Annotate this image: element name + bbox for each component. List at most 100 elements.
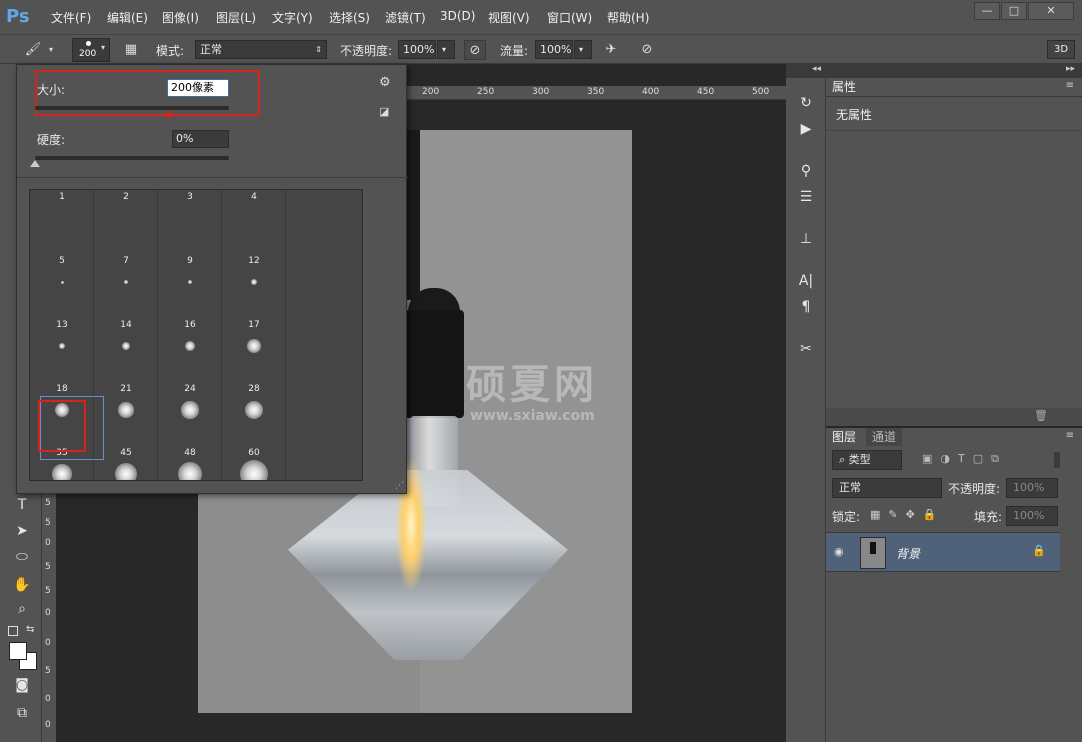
gear-icon[interactable]: ⚙ [379,75,391,90]
tab-channels[interactable]: 通道 [866,428,903,446]
zoom-tool-icon[interactable]: ⌕ [10,598,34,620]
ruler-label: 0 [45,638,51,648]
preset-scrollbar[interactable]: ▲ ▼ [362,314,363,481]
properties-panel: 属性 ≡ 无属性 🗑 [826,78,1082,426]
ellipse-tool-icon[interactable]: ⬭ [10,546,34,568]
history-icon[interactable]: ↻ [794,92,818,114]
tab-layers[interactable]: 图层 [826,428,862,446]
filter-kind-value: 类型 [848,453,871,466]
swap-colors-icon[interactable]: ⇆ [26,624,34,635]
path-select-tool-icon[interactable]: ➤ [10,520,34,542]
brush-preset-3[interactable]: 3 [158,190,222,285]
paragraph-icon[interactable]: ¶ [794,296,818,318]
menu-type[interactable]: 文字(Y) [272,9,313,26]
mode-label: 模式: [156,44,185,58]
brush-preset-24[interactable]: 24 [158,378,222,480]
trash-icon[interactable]: 🗑 [1034,409,1048,422]
hardness-label: 硬度: [37,133,66,147]
opacity-dropdown-icon[interactable]: ▾ [437,40,455,59]
size-input[interactable]: 200像素 [167,79,229,97]
quick-mask-icon[interactable]: ◙ [10,674,34,696]
size-slider-thumb[interactable] [163,110,174,117]
flow-input[interactable]: 100% [535,40,573,59]
layers-scrollbar[interactable] [1060,442,1082,742]
menu-help[interactable]: 帮助(H) [607,9,649,26]
collapsed-panel-icons: ↻ ▶ ⚲ ☰ ⊥ A| ¶ ✂ [786,78,826,742]
tool-preset-dropdown-icon[interactable]: ▾ [44,40,58,60]
brush-preset-12[interactable]: 12 [222,250,286,353]
fill-label: 填充: [974,510,1003,524]
expand-icon[interactable]: ▸▸ [1066,64,1075,74]
layer-thumbnail [860,537,886,569]
tab-properties[interactable]: 属性 [826,78,863,96]
brush-preset-13[interactable]: 13 [30,314,94,418]
brush-preset-60[interactable]: 60 [222,442,286,480]
lock-icons[interactable]: ▦✎✥🔒 [870,508,945,521]
3d-mode-button[interactable]: 3D [1047,40,1075,59]
brush-preset-9[interactable]: 9 [158,250,222,352]
brush-presets-icon[interactable]: ⚲ [794,160,818,182]
hardness-slider-thumb[interactable] [30,160,40,167]
brush-preset-28[interactable]: 28 [222,378,286,480]
brush-preset-48[interactable]: 48 [158,442,222,480]
foreground-color-swatch[interactable] [9,642,27,660]
horizontal-ruler: 200 250 300 350 400 450 500 [406,86,786,100]
flow-dropdown-icon[interactable]: ▾ [574,40,592,59]
clone-source-icon[interactable]: ⊥ [794,228,818,250]
fill-input[interactable]: 100% [1006,506,1058,526]
layer-filter-icons[interactable]: ▣◑T▢⧉ [922,452,1007,466]
tool-presets-icon[interactable]: ☰ [794,186,818,208]
menu-image[interactable]: 图像(I) [162,9,199,26]
brush-preset-5[interactable]: 5 [30,250,94,350]
hand-tool-icon[interactable]: ✋ [10,574,34,596]
pressure-size-icon[interactable]: ⊘ [636,40,658,60]
menu-3d[interactable]: 3D(D) [440,9,475,23]
brush-preset-17[interactable]: 17 [222,314,286,420]
panel-menu-icon[interactable]: ≡ [1066,80,1074,91]
layer-row[interactable]: ◉ 背景 🔒 [826,532,1060,572]
menu-file[interactable]: 文件(F) [51,9,91,26]
menu-edit[interactable]: 编辑(E) [107,9,148,26]
brush-preset-1[interactable]: 1 [30,190,94,284]
ruler-label: 250 [477,87,495,97]
menu-select[interactable]: 选择(S) [329,9,370,26]
brush-preset-2[interactable]: 2 [94,190,158,284]
brush-preset-picker[interactable]: 200 ▾ [72,38,110,62]
menu-filter[interactable]: 滤镜(T) [385,9,426,26]
tools-icon[interactable]: ✂ [794,338,818,360]
resize-grip-icon[interactable]: ⋰ [395,481,404,491]
actions-play-icon[interactable]: ▶ [794,118,818,140]
brush-preset-16[interactable]: 16 [158,314,222,419]
brush-preset-14[interactable]: 14 [94,314,158,418]
character-icon[interactable]: A| [794,270,818,292]
size-slider[interactable] [35,106,229,117]
mode-select[interactable]: 正常 ⇕ [195,40,327,59]
menu-layer[interactable]: 图层(L) [216,9,256,26]
brush-tool-icon[interactable]: 🖌 [22,40,44,60]
new-preset-icon[interactable]: ◪ [379,105,389,118]
opacity-input[interactable]: 100% [398,40,436,59]
pressure-opacity-icon[interactable]: ⊘ [464,40,486,60]
layer-opacity-input[interactable]: 100% [1006,478,1058,498]
brush-preset-7[interactable]: 7 [94,250,158,351]
hardness-slider[interactable] [30,156,229,167]
eye-icon[interactable]: ◉ [834,545,844,558]
ruler-label: 5 [45,562,51,572]
type-tool-icon[interactable]: T [10,494,34,516]
ruler-label: 5 [45,666,51,676]
default-colors-icon[interactable] [8,626,18,636]
close-button[interactable]: ✕ [1028,2,1074,20]
maximize-button[interactable]: □ [1001,2,1027,20]
brush-preset-4[interactable]: 4 [222,190,286,285]
menu-view[interactable]: 视图(V) [488,9,530,26]
panel-menu-icon[interactable]: ≡ [1066,430,1074,441]
airbrush-icon[interactable]: ✈ [600,40,622,60]
collapse-icon[interactable]: ◂◂ [812,64,821,74]
minimize-button[interactable]: — [974,2,1000,20]
brush-panel-toggle-icon[interactable]: ▦ [120,40,142,60]
blend-mode-select[interactable]: 正常 [832,478,942,498]
menu-window[interactable]: 窗口(W) [547,9,592,26]
layer-filter-select[interactable]: ⌕ 类型 [832,450,902,470]
hardness-input[interactable]: 0% [172,130,229,148]
screen-mode-icon[interactable]: ⧉ [10,702,34,724]
